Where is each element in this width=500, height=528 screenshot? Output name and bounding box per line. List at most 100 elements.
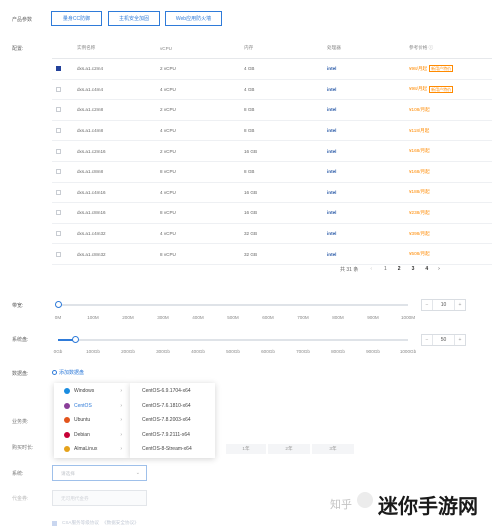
purchase-time-label: 购买时长: bbox=[12, 445, 34, 451]
header-name: 实例名称 bbox=[77, 45, 96, 50]
os-option-ubuntu[interactable]: Ubuntu › bbox=[54, 413, 130, 428]
table-row[interactable]: dxs.a1.c4m32 4 vCPU 32 GB intel ¥398/月起 bbox=[52, 224, 492, 245]
os-option-centos[interactable]: CentOS › bbox=[54, 399, 130, 414]
sla-agreement-link[interactable]: CSA服务等级协议 bbox=[62, 520, 99, 526]
voucher-placeholder: 无可用代金券 bbox=[61, 496, 89, 501]
os-version-option[interactable]: CentOS-7.6.1810-x64 bbox=[130, 399, 215, 414]
cc-defense-button[interactable]: 量身CC防御 bbox=[51, 11, 102, 26]
voucher-select[interactable]: 无可用代金券 bbox=[52, 490, 147, 506]
system-disk-value[interactable]: 50 bbox=[432, 335, 455, 345]
row-checkbox[interactable] bbox=[56, 107, 61, 113]
bandwidth-minus-button[interactable]: − bbox=[422, 300, 432, 310]
slider-tick-label: 700M bbox=[297, 315, 309, 320]
table-row[interactable]: dxs.a1.c8m16 8 vCPU 16 GB intel ¥238/月起 bbox=[52, 203, 492, 224]
system-disk-plus-button[interactable]: + bbox=[455, 335, 465, 345]
instance-name: dxs.a1.c2m4 bbox=[77, 66, 104, 72]
slider-tick-label: 200Gb bbox=[121, 349, 135, 354]
duration-option-2y[interactable]: 2年 bbox=[268, 444, 310, 454]
instance-vcpu: 4 vCPU bbox=[160, 189, 176, 195]
add-data-disk-link[interactable]: 添加数据盘 bbox=[52, 369, 84, 376]
slider-tick-label: 900M bbox=[367, 315, 379, 320]
instance-name: dxs.a1.c8m8 bbox=[77, 169, 104, 175]
bandwidth-value[interactable]: 10 bbox=[432, 300, 455, 310]
instance-memory: 16 GB bbox=[244, 210, 258, 216]
system-select[interactable]: 请选择 ⌄ bbox=[52, 465, 147, 481]
waf-button[interactable]: Web应用防火墙 bbox=[165, 11, 222, 26]
os-menu: Windows › CentOS › Ubuntu › Debian › AlmaLinux › bbox=[54, 383, 130, 458]
instance-memory: 32 GB bbox=[244, 251, 258, 257]
row-checkbox[interactable] bbox=[56, 251, 61, 257]
table-row[interactable]: dxs.a1.c8m8 8 vCPU 8 GB intel ¥168/月起 bbox=[52, 162, 492, 183]
bandwidth-plus-button[interactable]: + bbox=[455, 300, 465, 310]
slider-tick-label: 400M bbox=[192, 315, 204, 320]
instance-price: ¥168/月起 bbox=[409, 168, 430, 174]
os-option-windows[interactable]: Windows › bbox=[54, 384, 130, 399]
processor-intel: intel bbox=[327, 66, 337, 72]
table-row[interactable]: dxs.a1.c8m32 8 vCPU 32 GB intel ¥508/月起 bbox=[52, 244, 492, 265]
centos-icon bbox=[64, 402, 70, 409]
table-row[interactable]: dxs.a1.c2m16 2 vCPU 16 GB intel ¥168/月起 bbox=[52, 141, 492, 162]
pagination-prev[interactable]: ‹ bbox=[370, 266, 372, 272]
windows-icon bbox=[64, 388, 70, 395]
page-4[interactable]: 4 bbox=[425, 266, 428, 272]
table-row[interactable]: dxs.a1.c4m4 4 vCPU 4 GB intel ¥98/月起 新用户特价 bbox=[52, 80, 492, 101]
instance-price: ¥98/月起 新用户特价 bbox=[409, 85, 454, 93]
os-option-label: Windows bbox=[74, 388, 95, 395]
instance-memory: 8 GB bbox=[244, 128, 255, 134]
system-disk-slider-handle[interactable] bbox=[72, 336, 79, 343]
host-security-button[interactable]: 主机安全加固 bbox=[108, 11, 160, 26]
bandwidth-stepper[interactable]: − 10 + bbox=[421, 299, 466, 311]
row-checkbox[interactable] bbox=[56, 231, 61, 237]
instance-price: ¥238/月起 bbox=[409, 209, 430, 215]
table-row[interactable]: dxs.a1.c2m4 2 vCPU 4 GB intel ¥98/月起 新用户特价 bbox=[52, 59, 492, 80]
info-icon: ⓘ bbox=[428, 45, 434, 50]
table-row[interactable]: dxs.a1.c2m8 2 vCPU 8 GB intel ¥108/月起 bbox=[52, 100, 492, 121]
bandwidth-track[interactable] bbox=[58, 304, 408, 306]
page-3[interactable]: 3 bbox=[412, 266, 415, 272]
os-option-almalinux[interactable]: AlmaLinux › bbox=[54, 442, 130, 457]
os-option-label: Debian bbox=[74, 431, 90, 438]
duration-option-3y[interactable]: 3年 bbox=[312, 444, 354, 454]
instance-vcpu: 4 vCPU bbox=[160, 231, 176, 237]
header-processor: 处理器 bbox=[327, 45, 341, 50]
instance-vcpu: 4 vCPU bbox=[160, 128, 176, 134]
row-checkbox[interactable] bbox=[56, 210, 61, 216]
instance-vcpu: 2 vCPU bbox=[160, 148, 176, 154]
os-version-option[interactable]: CentOS-7.9.2111-x64 bbox=[130, 428, 215, 443]
product-params-label: 产品参数 bbox=[12, 17, 33, 23]
agreement-checkbox[interactable] bbox=[52, 520, 57, 526]
bandwidth-label: 带宽: bbox=[12, 303, 24, 309]
row-checkbox[interactable] bbox=[56, 86, 61, 92]
page-2[interactable]: 2 bbox=[398, 266, 401, 272]
os-version-option[interactable]: CentOS-6.9.1704-x64 bbox=[130, 384, 215, 399]
os-version-option[interactable]: CentOS-7.8.2003-x64 bbox=[130, 413, 215, 428]
chevron-right-icon: › bbox=[120, 388, 122, 395]
instance-memory: 4 GB bbox=[244, 86, 255, 92]
ubuntu-icon bbox=[64, 417, 70, 424]
slider-tick-label: 700Gb bbox=[296, 349, 310, 354]
bandwidth-slider-handle[interactable] bbox=[54, 301, 62, 308]
slider-tick-label: 800Gb bbox=[331, 349, 345, 354]
processor-intel: intel bbox=[327, 86, 337, 92]
row-checkbox[interactable] bbox=[56, 128, 61, 134]
data-security-link[interactable]: 《数据安全协议》 bbox=[102, 520, 139, 526]
header-vcpu: vCPU bbox=[160, 45, 172, 51]
row-checkbox[interactable] bbox=[56, 148, 61, 154]
os-option-debian[interactable]: Debian › bbox=[54, 428, 130, 443]
instance-price: ¥398/月起 bbox=[409, 230, 430, 236]
duration-option-1y[interactable]: 1年 bbox=[226, 444, 266, 454]
promo-badge: 新用户特价 bbox=[429, 85, 454, 93]
system-disk-stepper[interactable]: − 50 + bbox=[421, 334, 466, 346]
table-row[interactable]: dxs.a1.c4m8 4 vCPU 8 GB intel ¥118/月起 bbox=[52, 121, 492, 142]
row-checkbox[interactable] bbox=[56, 169, 61, 175]
system-disk-minus-button[interactable]: − bbox=[422, 335, 432, 345]
table-row[interactable]: dxs.a1.c4m16 4 vCPU 16 GB intel ¥188/月起 bbox=[52, 183, 492, 204]
row-checkbox[interactable] bbox=[56, 189, 61, 195]
slider-tick-label: 900Gb bbox=[366, 349, 380, 354]
instance-memory: 16 GB bbox=[244, 189, 258, 195]
pagination-next[interactable]: › bbox=[438, 266, 440, 272]
system-disk-track[interactable] bbox=[58, 339, 408, 341]
page-1[interactable]: 1 bbox=[384, 266, 387, 272]
os-version-option[interactable]: CentOS-8-Stream-x64 bbox=[130, 442, 215, 457]
row-checkbox[interactable] bbox=[56, 66, 61, 72]
